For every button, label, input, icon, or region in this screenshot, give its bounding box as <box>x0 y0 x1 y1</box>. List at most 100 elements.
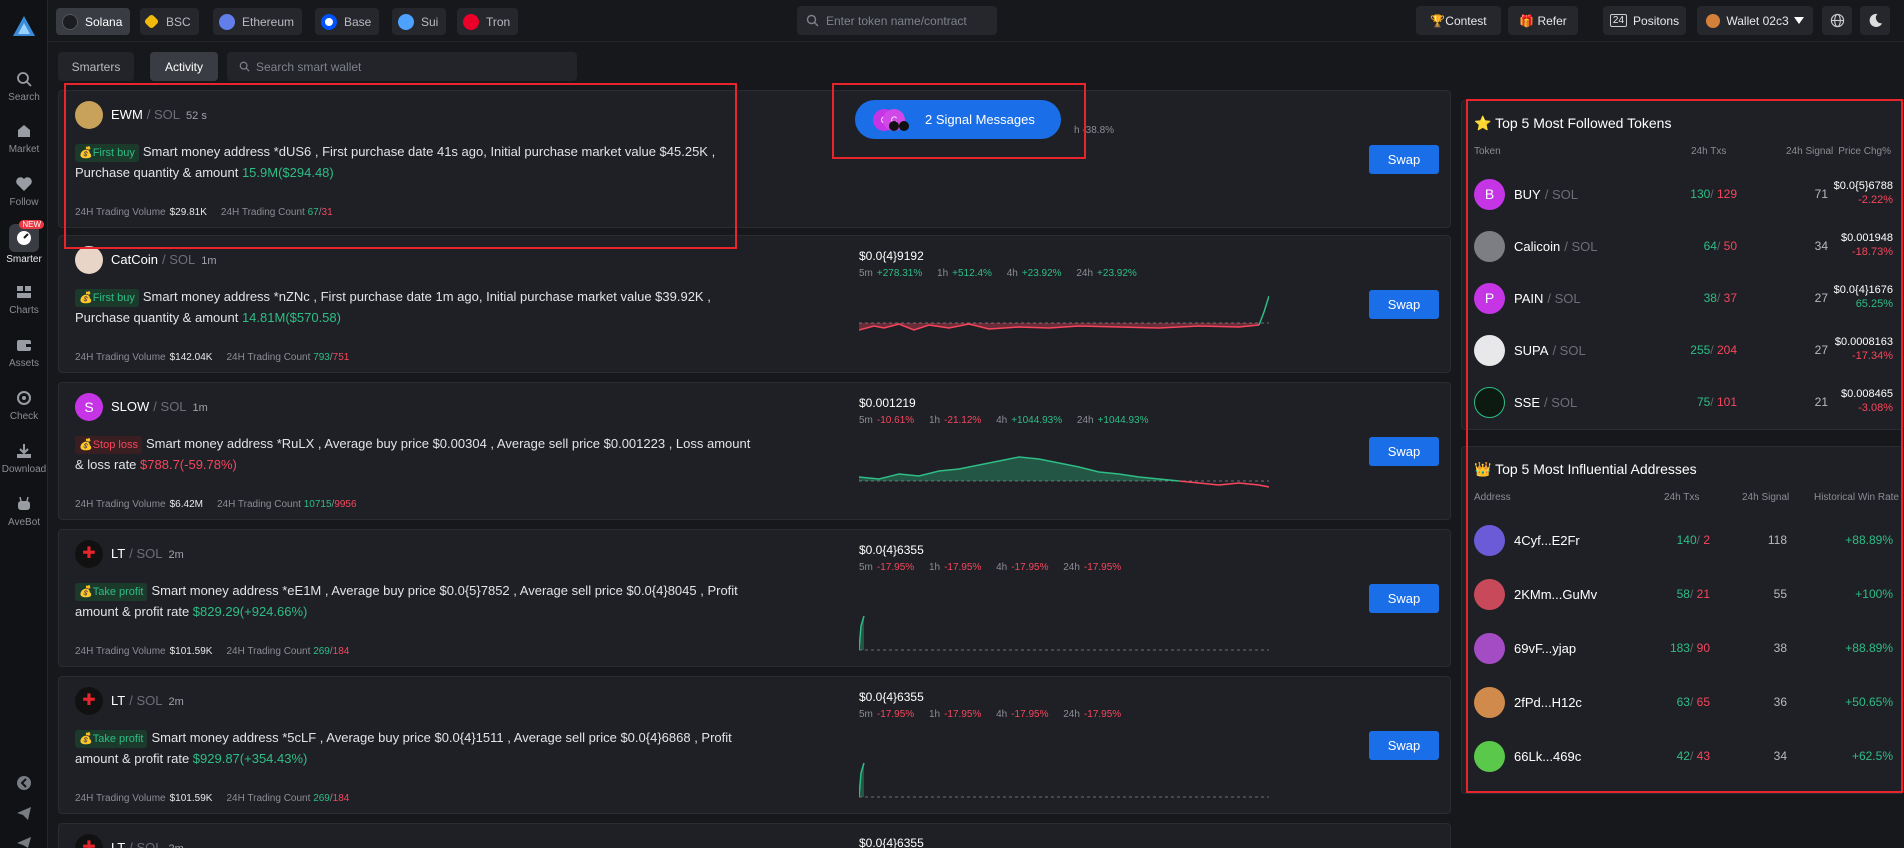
win-rate: +88.89% <box>1845 533 1893 547</box>
top-followed-tokens-panel: ⭐ Top 5 Most Followed Tokens Token 24h T… <box>1461 100 1904 430</box>
token-name: BUY / SOL <box>1514 187 1578 202</box>
search-icon <box>806 14 819 27</box>
chain-tab-sui[interactable]: Sui <box>392 8 447 35</box>
signal-count: 71 <box>1814 187 1828 201</box>
chain-tab-ethereum[interactable]: Ethereum <box>213 8 303 35</box>
trading-stats: 24H Trading Volume $101.59K 24H Trading Co… <box>75 793 350 804</box>
activity-message: 💰First buy Smart money address *dUS6 , Fi… <box>75 144 716 180</box>
price-changes: 5m -17.95% 1h -17.95% 4h -17.95% 24h -17.95% <box>859 709 1122 720</box>
signal-count: 27 <box>1814 343 1828 357</box>
col-header: 24h Txs <box>1691 146 1727 157</box>
activity-message: 💰Take profit Smart money address *eE1M , … <box>75 583 738 619</box>
influential-address-row[interactable]: 4Cyf...E2Fr 140/ 2 118 +88.89% <box>1462 517 1904 569</box>
download-icon <box>17 444 31 458</box>
influential-address-row[interactable]: 2KMm...GuMv 58/ 21 55 +100% <box>1462 571 1904 623</box>
nav-assets[interactable]: Assets <box>0 336 48 369</box>
signal-messages-button[interactable]: C C 2 Signal Messages <box>855 100 1061 139</box>
collapse-icon[interactable] <box>15 774 33 792</box>
token-name[interactable]: CatCoin / SOL 1m <box>111 252 217 267</box>
influential-address-row[interactable]: 66Lk...469c 42/ 43 34 +62.5% <box>1462 733 1904 785</box>
contest-label: 🏆Contest <box>1430 13 1487 28</box>
win-rate: +50.65% <box>1845 695 1893 709</box>
swap-button[interactable]: Swap <box>1369 731 1439 760</box>
nav-market[interactable]: Market <box>0 122 48 155</box>
influential-address-row[interactable]: 69vF...yjap 183/ 90 38 +88.89% <box>1462 625 1904 677</box>
wallet-search-placeholder: Search smart wallet <box>256 59 362 74</box>
swap-button[interactable]: Swap <box>1369 584 1439 613</box>
solana-icon <box>62 13 78 30</box>
tab-label: Smarters <box>71 59 121 74</box>
nav-smarter[interactable]: NEW Smarter <box>0 220 48 265</box>
new-badge: NEW <box>19 220 44 229</box>
token-avatar <box>1474 387 1505 418</box>
telegram-icon[interactable] <box>15 834 33 848</box>
txs-count: 64/ 50 <box>1703 239 1737 253</box>
tab-smarters[interactable]: Smarters <box>58 52 134 81</box>
token-name[interactable]: EWM / SOL 52 s <box>111 107 207 122</box>
nav-label: Smarter <box>6 254 42 265</box>
top-bar: Solana BSC Ethereum Base Sui Tron Enter … <box>48 0 1904 42</box>
chain-tab-base[interactable]: Base <box>315 8 380 35</box>
token-search-input[interactable]: Enter token name/contract <box>797 6 997 35</box>
chain-tab-solana[interactable]: Solana <box>56 8 131 35</box>
charts-icon <box>17 286 31 298</box>
influential-address-row[interactable]: 2fPd...H12c 63/ 65 36 +50.65% <box>1462 679 1904 731</box>
price-sparkline <box>859 615 1269 651</box>
first-buy-tag: 💰First buy <box>75 144 139 162</box>
nav-check[interactable]: Check <box>0 389 48 422</box>
ave-logo-icon[interactable] <box>12 15 36 39</box>
price-changes: 5m -17.95% 1h -17.95% 4h -17.95% 24h -17.95% <box>859 562 1122 573</box>
telegram-icon[interactable] <box>15 804 33 822</box>
token-name[interactable]: LT/ SOL2m <box>111 840 184 848</box>
nav-search[interactable]: Search <box>0 70 48 103</box>
nav-label: Follow <box>9 197 39 208</box>
swap-button[interactable]: Swap <box>1369 145 1439 174</box>
swap-button[interactable]: Swap <box>1369 290 1439 319</box>
followed-token-row[interactable]: SSE / SOL 75/ 101 21 $0.008465 -3.08% <box>1462 379 1904 431</box>
positions-button[interactable]: 24 Positons <box>1603 6 1686 35</box>
refer-button[interactable]: 🎁 Refer <box>1508 6 1578 35</box>
token-name: SSE / SOL <box>1514 395 1578 410</box>
theme-toggle[interactable] <box>1860 6 1890 35</box>
wallet-label: Wallet 02c3 <box>1726 13 1789 28</box>
contest-button[interactable]: 🏆Contest <box>1416 6 1501 35</box>
chain-tab-bsc[interactable]: BSC <box>140 8 199 35</box>
language-button[interactable] <box>1822 6 1852 35</box>
chain-tab-tron[interactable]: Tron <box>457 8 519 35</box>
nav-follow[interactable]: Follow <box>0 175 48 208</box>
wallet-address: 66Lk...469c <box>1514 749 1582 764</box>
followed-token-row[interactable]: SUPA / SOL 255/ 204 27 $0.0008163 -17.34% <box>1462 327 1904 379</box>
activity-message: 💰Take profit Smart money address *5cLF , … <box>75 730 732 766</box>
smart-wallet-search-input[interactable]: Search smart wallet <box>227 52 577 81</box>
swap-button[interactable]: Swap <box>1369 437 1439 466</box>
base-icon <box>321 13 337 30</box>
txs-count: 38/ 37 <box>1703 291 1737 305</box>
price-change: $0.001948 -18.73% <box>1841 232 1893 258</box>
chain-label: Solana <box>85 14 123 29</box>
price-changes: 5m +278.31% 1h +512.4% 4h +23.92% 24h +23.92… <box>859 268 1137 279</box>
wallet-button[interactable]: Wallet 02c3 <box>1697 6 1813 35</box>
token-name[interactable]: LT/ SOL2m <box>111 693 184 708</box>
followed-token-row[interactable]: P PAIN / SOL 38/ 37 27 $0.0{4}1676 65.25% <box>1462 275 1904 327</box>
search-placeholder: Enter token name/contract <box>826 13 967 28</box>
search-icon <box>17 72 32 87</box>
token-name[interactable]: SLOW / SOL 1m <box>111 399 208 414</box>
followed-token-row[interactable]: Calicoin / SOL 64/ 50 34 $0.001948 -18.73% <box>1462 223 1904 275</box>
col-header: Historical Win Rate <box>1813 492 1899 503</box>
wallet-address: 2fPd...H12c <box>1514 695 1582 710</box>
wallet-address: 69vF...yjap <box>1514 641 1577 656</box>
nav-avebot[interactable]: AveBot <box>0 495 48 528</box>
nav-charts[interactable]: Charts <box>0 283 48 316</box>
win-rate: +62.5% <box>1851 749 1893 763</box>
token-name[interactable]: LT/ SOL2m <box>111 546 184 561</box>
token-price: $0.0{4}6355 <box>859 690 924 704</box>
token-price: $0.001219 <box>859 396 916 410</box>
signal-count: 38 <box>1773 641 1787 655</box>
tab-activity[interactable]: Activity <box>150 52 218 81</box>
nav-download[interactable]: Download <box>0 442 48 475</box>
first-buy-tag: 💰First buy <box>75 289 139 307</box>
followed-token-row[interactable]: B BUY / SOL 130/ 129 71 $0.0{5}6788 -2.22% <box>1462 171 1904 223</box>
token-avatar: ✚ <box>75 540 103 568</box>
hidden-change-text: h -38.8% <box>1074 125 1115 136</box>
trading-stats: 24H Trading Volume $6.42M 24H Trading Coun… <box>75 499 357 510</box>
